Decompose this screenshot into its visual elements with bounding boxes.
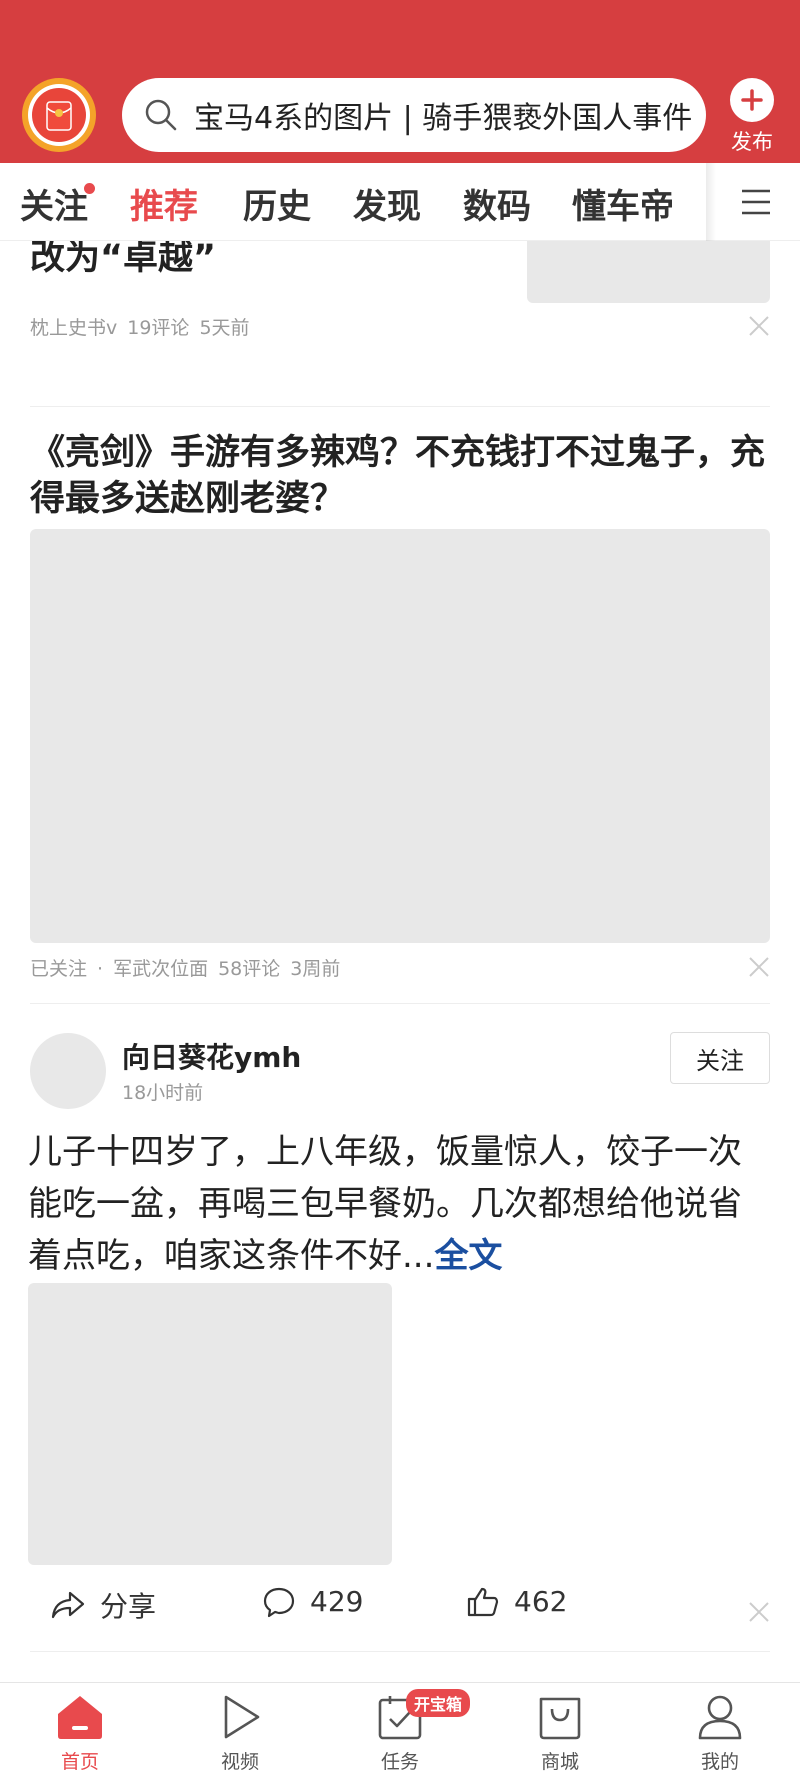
article-title[interactable]: 改为“卓越”: [30, 241, 216, 281]
share-icon: [51, 1591, 85, 1619]
source-name: 枕上史书v: [30, 317, 118, 339]
news-feed[interactable]: 改为“卓越” 枕上史书v 19评论 5天前 《亮剑》手游有多辣鸡？不充钱打不过鬼子，…: [0, 241, 800, 1682]
article-thumbnail[interactable]: [527, 241, 770, 303]
nav-video-label: 视频: [220, 1751, 259, 1773]
tab-digital[interactable]: 数码: [463, 179, 531, 228]
article-meta: 枕上史书v 19评论 5天前: [30, 313, 260, 340]
read-more-link[interactable]: 全文: [434, 1236, 502, 1276]
avatar[interactable]: [30, 1033, 106, 1109]
tab-discover[interactable]: 发现: [353, 179, 421, 228]
followed-label: 已关注: [30, 958, 88, 980]
nav-task-label: 任务: [380, 1751, 419, 1773]
comment-button[interactable]: 429: [262, 1585, 363, 1618]
author-name[interactable]: 向日葵花ymh: [122, 1036, 301, 1076]
post-time: 18小时前: [122, 1082, 204, 1104]
red-packet-ring: [28, 84, 90, 146]
home-icon: [58, 1696, 102, 1739]
comment-count: 429: [310, 1585, 364, 1618]
treasure-box-badge[interactable]: 开宝箱: [406, 1689, 471, 1717]
divider: [30, 1651, 770, 1652]
search-bar[interactable]: 宝马4系的图片 | 骑手猥亵外国人事件: [122, 78, 706, 152]
article-image[interactable]: [30, 529, 770, 943]
post-image[interactable]: [28, 1283, 392, 1565]
channel-tabs: 关注 推荐 历史 发现 数码 懂车帝: [0, 163, 800, 241]
dismiss-icon[interactable]: [748, 1601, 770, 1623]
share-label: 分享: [100, 1590, 157, 1623]
comment-count: 19评论: [127, 317, 190, 339]
publish-time: 3周前: [290, 958, 341, 980]
tab-history[interactable]: 历史: [243, 179, 311, 228]
nav-mall-label: 商城: [540, 1751, 579, 1773]
person-icon: [698, 1695, 742, 1740]
share-button[interactable]: 分享: [50, 1585, 156, 1625]
nav-home[interactable]: 首页: [30, 1693, 130, 1774]
tab-follow[interactable]: 关注: [20, 179, 88, 228]
follow-button[interactable]: 关注: [670, 1032, 770, 1084]
nav-profile-label: 我的: [700, 1751, 739, 1773]
publish-label: 发布: [731, 130, 773, 154]
search-suggestion-text: 宝马4系的图片 | 骑手猥亵外国人事件: [194, 101, 693, 136]
article-meta: 已关注 · 军武次位面 58评论 3周前: [30, 954, 350, 981]
shopping-bag-icon: [539, 1697, 581, 1740]
unread-dot: [84, 183, 95, 194]
post-text[interactable]: 儿子十四岁了，上八年级，饭量惊人，饺子一次能吃一盆，再喝三包早餐奶。几次都想给他…: [28, 1126, 768, 1282]
nav-profile[interactable]: 我的: [670, 1693, 770, 1774]
comment-icon: [263, 1587, 295, 1617]
source-name: 军武次位面: [113, 958, 209, 980]
red-packet-icon: [32, 88, 86, 142]
tab-dongchedi[interactable]: 懂车帝: [572, 179, 674, 228]
publish-button[interactable]: 发布: [728, 78, 776, 156]
plus-icon: [730, 78, 774, 122]
bottom-navigation: 首页 视频 开宝箱 任务 商城 我的: [0, 1682, 800, 1777]
divider: [30, 1003, 770, 1004]
nav-task[interactable]: 开宝箱 任务: [350, 1689, 471, 1774]
nav-mall[interactable]: 商城: [510, 1693, 610, 1774]
comment-count: 58评论: [218, 958, 281, 980]
publish-time: 5天前: [199, 317, 250, 339]
menu-icon[interactable]: [740, 187, 772, 217]
dismiss-icon[interactable]: [748, 315, 770, 337]
post-body: 儿子十四岁了，上八年级，饭量惊人，饺子一次能吃一盆，再喝三包早餐奶。几次都想给他…: [28, 1132, 742, 1276]
meta-separator: ·: [97, 958, 104, 980]
nav-home-label: 首页: [60, 1751, 99, 1773]
red-packet-button[interactable]: [22, 78, 96, 152]
tab-recommend[interactable]: 推荐: [130, 179, 198, 228]
tabs-fade: [706, 163, 716, 241]
top-header: 宝马4系的图片 | 骑手猥亵外国人事件 发布: [0, 0, 800, 163]
thumbs-up-icon: [467, 1587, 499, 1616]
nav-video[interactable]: 视频: [190, 1693, 290, 1774]
dismiss-icon[interactable]: [748, 956, 770, 978]
play-icon: [224, 1695, 260, 1739]
like-button[interactable]: 462: [466, 1585, 567, 1618]
article-title[interactable]: 《亮剑》手游有多辣鸡？不充钱打不过鬼子，充得最多送赵刚老婆？: [30, 430, 770, 522]
like-count: 462: [514, 1585, 568, 1618]
divider: [30, 406, 770, 407]
search-icon: [145, 99, 177, 131]
